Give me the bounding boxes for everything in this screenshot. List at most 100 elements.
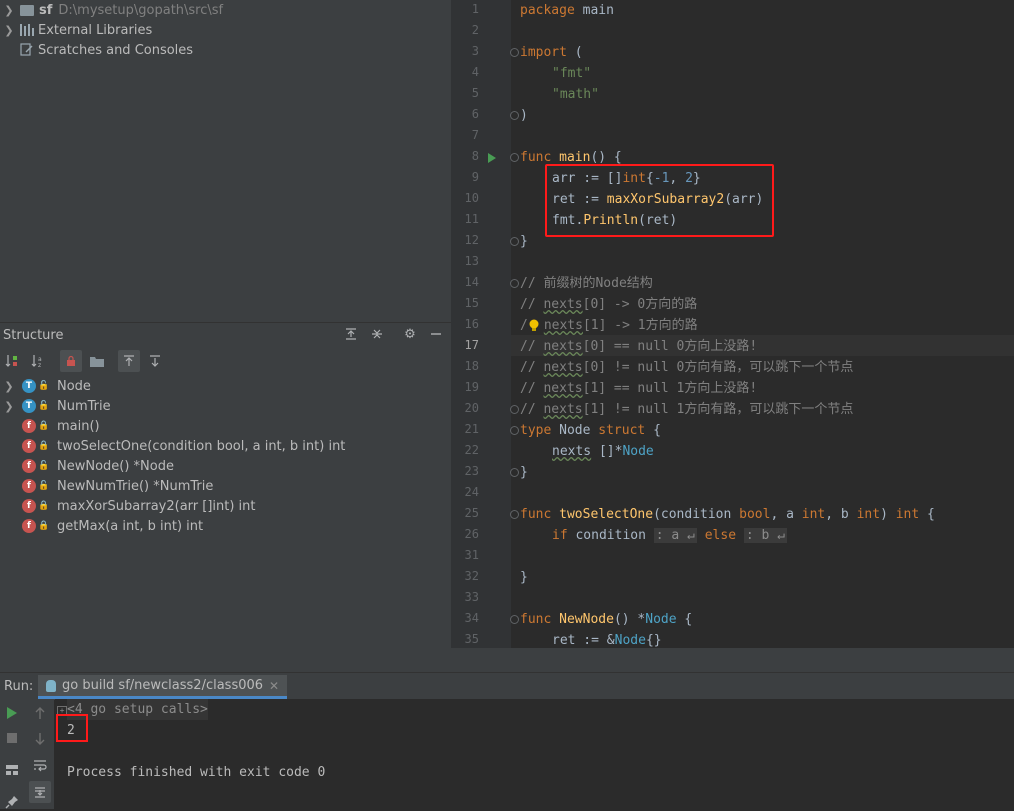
fold-marker-icon[interactable] [510,111,519,120]
structure-item-newnode[interactable]: f 🔓 NewNode() *Node [22,456,174,476]
code-token: "math" [552,87,599,102]
show-private-members-icon[interactable] [60,350,82,372]
code-token: () { [590,150,622,165]
sort-by-visibility-icon[interactable] [3,352,21,370]
code-line[interactable]: } [520,231,528,252]
line-number: 4 [471,65,479,79]
pin-icon[interactable] [3,793,21,811]
structure-item-main[interactable]: f 🔒 main() [22,416,100,436]
code-line[interactable]: nexts []*Node [552,441,654,462]
code-token: nexts [543,318,583,333]
code-line[interactable]: // nexts[0] -> 0方向的路 [520,294,697,315]
code-line[interactable]: package main [520,0,614,21]
structure-title: Structure [3,327,64,343]
fold-marker-icon[interactable] [510,510,519,519]
code-token: [1] -> 1方向的路 [582,318,698,333]
project-path: D:\mysetup\gopath\src\sf [58,2,224,18]
structure-item-numtrie[interactable]: ❯ T 🔓 NumTrie [0,396,110,416]
code-line[interactable]: type Node struct { [520,420,661,441]
structure-item-node[interactable]: ❯ T 🔓 Node [0,376,91,396]
code-token: [0] != null 0方向有路，可以跳下一个节点 [582,360,854,375]
code-line[interactable]: if condition : a ↵ else : b ↵ [552,525,787,546]
code-line[interactable]: ) [520,105,528,126]
fold-marker-icon[interactable] [510,237,519,246]
stop-icon[interactable] [3,729,21,747]
line-number: 2 [471,23,479,37]
code-token: { [676,612,693,627]
expand-all-icon[interactable] [342,325,360,343]
fold-marker-icon[interactable] [510,468,519,477]
setup-calls-fold[interactable]: <4 go setup calls> [67,699,208,720]
code-line[interactable]: "math" [552,84,599,105]
folded-code-hint[interactable]: : b ↵ [743,528,787,543]
code-line[interactable]: } [520,462,528,483]
code-token: bool [739,507,771,522]
code-token: func [520,507,552,522]
code-token: [0] == null 0方向上没路! [582,339,758,354]
code-line[interactable]: // nexts[1] == null 1方向上没路! [520,378,757,399]
fold-marker-icon[interactable] [510,405,519,414]
scroll-up-icon[interactable] [31,704,49,722]
type-icon: T [22,399,36,413]
line-number: 31 [464,548,479,562]
rerun-icon[interactable] [3,704,21,722]
code-line[interactable]: // nexts[0] != null 0方向有路，可以跳下一个节点 [520,357,853,378]
chevron-right-icon[interactable]: ❯ [2,400,16,413]
chevron-right-icon[interactable]: ❯ [2,24,16,37]
line-number: 19 [464,380,479,394]
code-editor[interactable]: 1 2 3 4 5 6 7 8 9 10 11 12 13 14 15 16 1… [451,0,1014,648]
code-line[interactable]: // 前缀树的Node结构 [520,273,653,294]
fold-marker-icon[interactable] [510,48,519,57]
collapse-all-icon[interactable] [368,325,386,343]
line-number: 33 [464,590,479,604]
structure-item-maxxorsubarray2[interactable]: f 🔒 maxXorSubarray2(arr []int) int [22,496,256,516]
line-number: 18 [464,359,479,373]
run-tab[interactable]: go build sf/newclass2/class006 ✕ [38,675,288,699]
code-line[interactable]: // nexts[0] == null 0方向上没路! [520,336,757,357]
soft-wrap-icon[interactable] [31,757,49,775]
code-line[interactable]: // nexts[1] != null 1方向有路，可以跳下一个节点 [520,399,853,420]
scroll-down-icon[interactable] [31,730,49,748]
structure-item-label: maxXorSubarray2(arr []int) int [57,498,256,514]
structure-item-twoselectone[interactable]: f 🔒 twoSelectOne(condition bool, a int, … [22,436,345,456]
show-fields-icon[interactable] [88,352,106,370]
folded-code-hint[interactable]: : a ↵ [653,528,697,543]
console-output[interactable]: + <4 go setup calls> 2 Process finished … [55,699,1014,809]
code-token: nexts [543,339,583,354]
code-token: } [520,570,528,585]
run-gutter-icon[interactable] [487,152,497,168]
fold-marker-icon[interactable] [510,426,519,435]
gear-icon[interactable]: ⚙ [401,325,419,343]
run-tool-window-header: Run: go build sf/newclass2/class006 ✕ [0,672,1014,700]
code-line[interactable]: import ( [520,42,583,63]
code-line[interactable]: func twoSelectOne(condition bool, a int,… [520,504,935,525]
autoscroll-from-source-icon[interactable] [146,352,164,370]
close-icon[interactable]: ✕ [269,679,279,693]
project-tree-item-scratches[interactable]: Scratches and Consoles [0,40,193,60]
minimize-icon[interactable] [427,325,445,343]
line-number: 25 [464,506,479,520]
autoscroll-to-source-icon[interactable] [118,350,140,372]
fold-marker-icon[interactable] [510,279,519,288]
code-line[interactable]: "fmt" [552,63,591,84]
code-token: nexts [552,444,592,459]
code-line[interactable]: } [520,567,528,588]
chevron-right-icon[interactable]: ❯ [2,380,16,393]
structure-item-newnumtrie[interactable]: f 🔓 NewNumTrie() *NumTrie [22,476,213,496]
editor-breadcrumb-bar [451,648,1014,672]
code-line[interactable]: / nexts[1] -> 1方向的路 [520,315,698,336]
fold-marker-icon[interactable] [510,615,519,624]
project-tree-item-sf[interactable]: ❯ sf D:\mysetup\gopath\src\sf [0,0,223,20]
structure-item-label: main() [57,418,100,434]
public-lock-icon: 🔓 [38,381,50,391]
project-tree-item-external-libraries[interactable]: ❯ External Libraries [0,20,152,40]
fold-marker-icon[interactable] [510,153,519,162]
code-line[interactable]: ret := &Node{} [552,630,662,648]
layout-icon[interactable] [3,761,21,779]
scroll-to-end-icon[interactable] [29,781,51,803]
line-number: 7 [471,128,479,142]
structure-item-getmax[interactable]: f 🔒 getMax(a int, b int) int [22,516,203,536]
sort-alphabetically-icon[interactable]: az [29,352,47,370]
chevron-right-icon[interactable]: ❯ [2,4,16,17]
code-line[interactable]: func NewNode() *Node { [520,609,692,630]
